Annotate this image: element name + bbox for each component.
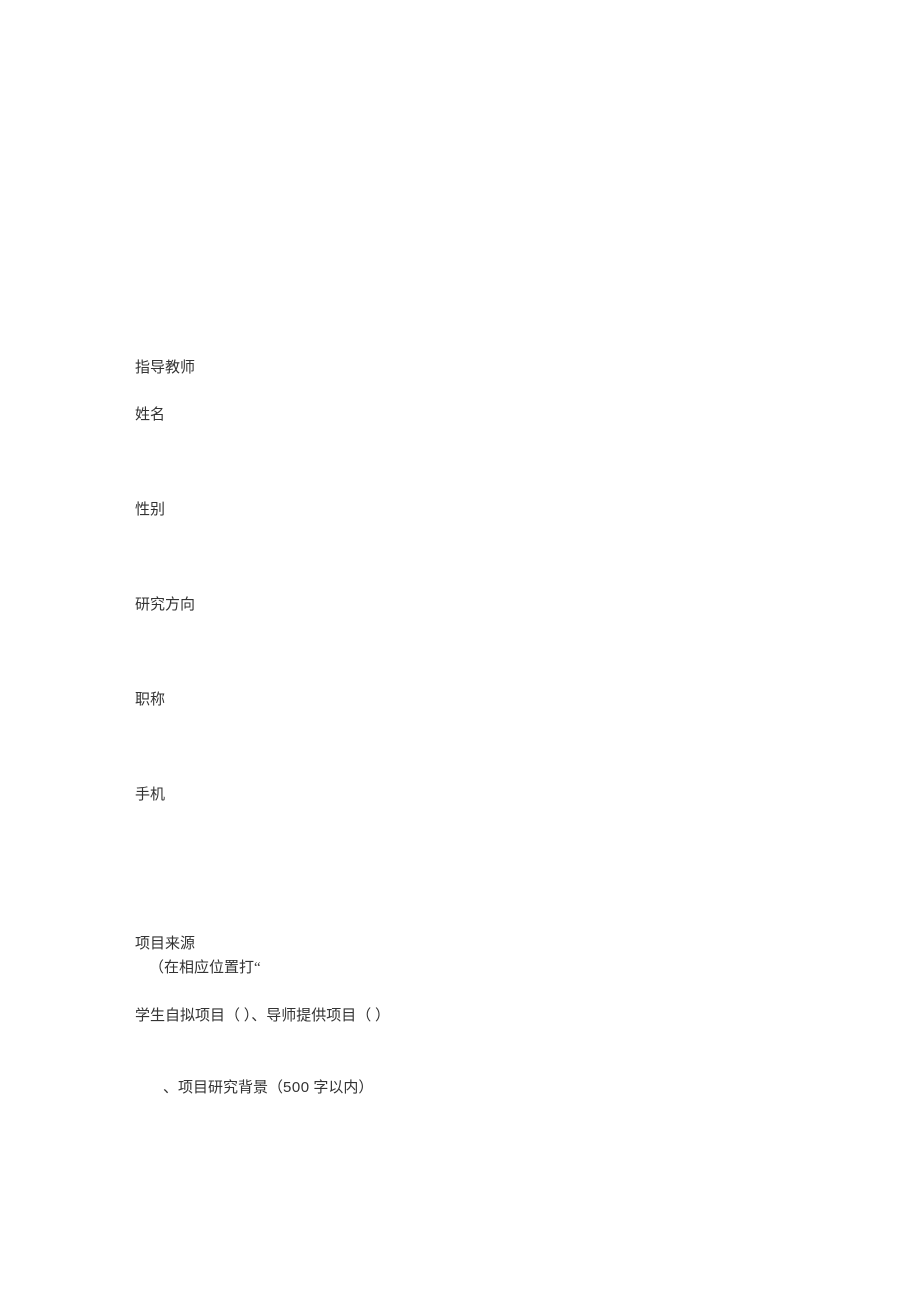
research-direction-field: 研究方向 [135, 593, 785, 617]
research-direction-label: 研究方向 [135, 593, 785, 617]
word-limit: 500 [283, 1079, 310, 1096]
spacer [135, 640, 785, 688]
options-text: 学生自拟项目（ ）、导师提供项目（ ） [135, 1008, 390, 1024]
background-section-title: 、项目研究背景（500 字以内） [135, 1076, 785, 1100]
spacer [135, 735, 785, 783]
title-field: 职称 [135, 688, 785, 712]
note-quote: “ [254, 960, 261, 976]
spacer [135, 830, 785, 902]
gender-field: 性别 [135, 498, 785, 522]
bg-label-prefix: 项目研究背景（ [178, 1080, 283, 1096]
spacer [135, 450, 785, 498]
name-field: 姓名 [135, 403, 785, 427]
advisor-label: 指导教师 [135, 356, 785, 380]
note-prefix: （在相应位置打 [149, 960, 254, 976]
name-label: 姓名 [135, 403, 785, 427]
title-label: 职称 [135, 688, 785, 712]
phone-field: 手机 [135, 783, 785, 807]
project-source-note: （在相应位置打“ [135, 956, 785, 980]
form-content: 指导教师 姓名 性别 研究方向 职称 手机 项目来源 （在相应位置打“ 学生自拟… [135, 356, 785, 1100]
project-source-options: 学生自拟项目（ ）、导师提供项目（ ） [135, 1004, 785, 1028]
phone-label: 手机 [135, 783, 785, 807]
bg-label-suffix: 字以内） [313, 1080, 373, 1096]
spacer [135, 545, 785, 593]
bullet: 、 [163, 1080, 178, 1096]
advisor-section: 指导教师 [135, 356, 785, 380]
project-source-label: 项目来源 [135, 932, 785, 956]
gender-label: 性别 [135, 498, 785, 522]
project-source-section: 项目来源 （在相应位置打“ 学生自拟项目（ ）、导师提供项目（ ） [135, 932, 785, 1028]
